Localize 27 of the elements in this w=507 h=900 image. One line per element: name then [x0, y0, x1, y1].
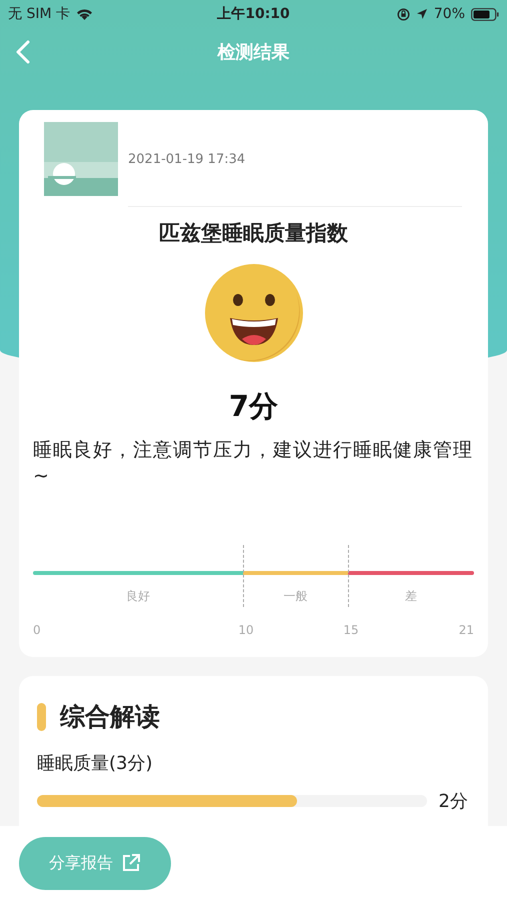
tick-label: 0 — [33, 623, 41, 637]
segment-label: 一般 — [284, 588, 308, 605]
advice-text: 睡眠良好，注意调节压力，建议进行睡眠健康管理~ — [33, 438, 474, 489]
page-title: 检测结果 — [218, 41, 290, 64]
share-report-button[interactable]: 分享报告 — [19, 836, 171, 890]
time-text: 上午10:10 — [217, 5, 290, 23]
item-label: 睡眠质量(3分) — [37, 752, 154, 775]
segment-label: 良好 — [126, 588, 150, 605]
battery-percent: 70% — [434, 6, 465, 22]
segment-label: 差 — [405, 588, 417, 605]
share-icon — [121, 853, 141, 873]
item-score: 2分 — [438, 790, 468, 813]
wifi-icon — [76, 8, 93, 20]
index-title: 匹兹堡睡眠质量指数 — [159, 220, 348, 247]
score-value: 7分 — [228, 388, 278, 425]
section-accent-bar — [37, 702, 46, 730]
orientation-lock-icon — [396, 8, 410, 20]
carrier-text: 无 SIM 卡 — [8, 5, 70, 23]
tick-label: 15 — [343, 623, 359, 637]
tick-label: 10 — [238, 623, 254, 637]
battery-icon — [471, 8, 499, 20]
smiley-face-icon — [204, 263, 304, 363]
location-arrow-icon — [416, 8, 428, 20]
test-date: 2021-01-19 17:34 — [128, 152, 246, 166]
section-title: 综合解读 — [60, 701, 160, 733]
back-icon[interactable] — [16, 40, 30, 64]
tick-label: 21 — [458, 623, 474, 637]
